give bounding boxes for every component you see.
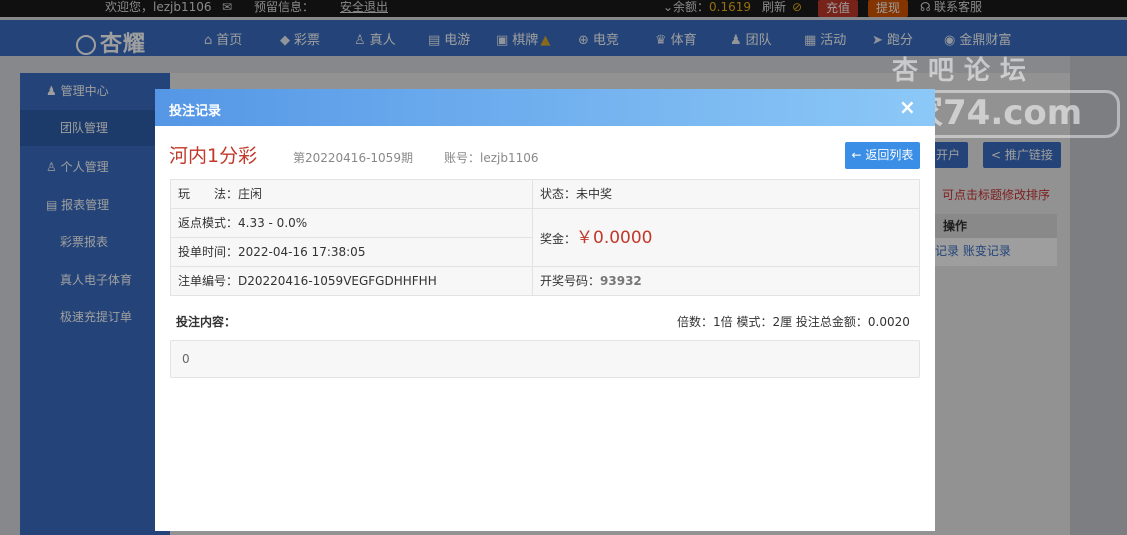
prize-value: ￥0.0000 xyxy=(576,228,653,248)
back-label: 返回列表 xyxy=(865,148,914,162)
rebate-mode: 返点模式：4.33 - 0.0% xyxy=(171,209,532,238)
play-method: 玩 法：庄闲 xyxy=(171,180,532,209)
prize-cell: 奖金：￥0.0000 xyxy=(532,209,919,267)
draw-number-cell: 开奖号码：93932 xyxy=(532,267,919,295)
bet-record-modal: 投注记录 × 河内1分彩 第20220416-1059期 账号：lezjb110… xyxy=(155,89,935,531)
bet-time: 投单时间：2022-04-16 17:38:05 xyxy=(171,238,532,267)
issue-number: 第20220416-1059期 xyxy=(293,151,413,165)
game-name: 河内1分彩 xyxy=(169,145,258,167)
bet-status: 状态：未中奖 xyxy=(532,180,919,209)
modal-header: 投注记录 × xyxy=(155,89,935,126)
draw-label: 开奖号码： xyxy=(540,274,601,288)
arrow-left-icon: ← xyxy=(851,148,866,162)
bet-content-meta: 倍数：1倍 模式：2厘 投注总金额：0.0020 xyxy=(677,315,910,329)
order-number: 注单编号：D20220416-1059VEGFGDHHFHH xyxy=(178,274,437,288)
modal-title: 投注记录 xyxy=(169,104,222,119)
draw-number: 93932 xyxy=(600,274,642,288)
bet-content-label: 投注内容： xyxy=(176,315,237,329)
account-name: 账号：lezjb1106 xyxy=(444,151,539,165)
back-to-list-button[interactable]: ← 返回列表 xyxy=(845,142,920,169)
prize-label: 奖金： xyxy=(540,232,577,246)
close-icon[interactable]: × xyxy=(899,95,916,119)
watermark-line1: 杏吧论坛 xyxy=(892,56,1037,86)
bet-detail-table: 玩 法：庄闲 状态：未中奖 返点模式：4.33 - 0.0% 奖金：￥0.000… xyxy=(170,179,920,296)
bet-content-value: 0 xyxy=(170,340,920,378)
